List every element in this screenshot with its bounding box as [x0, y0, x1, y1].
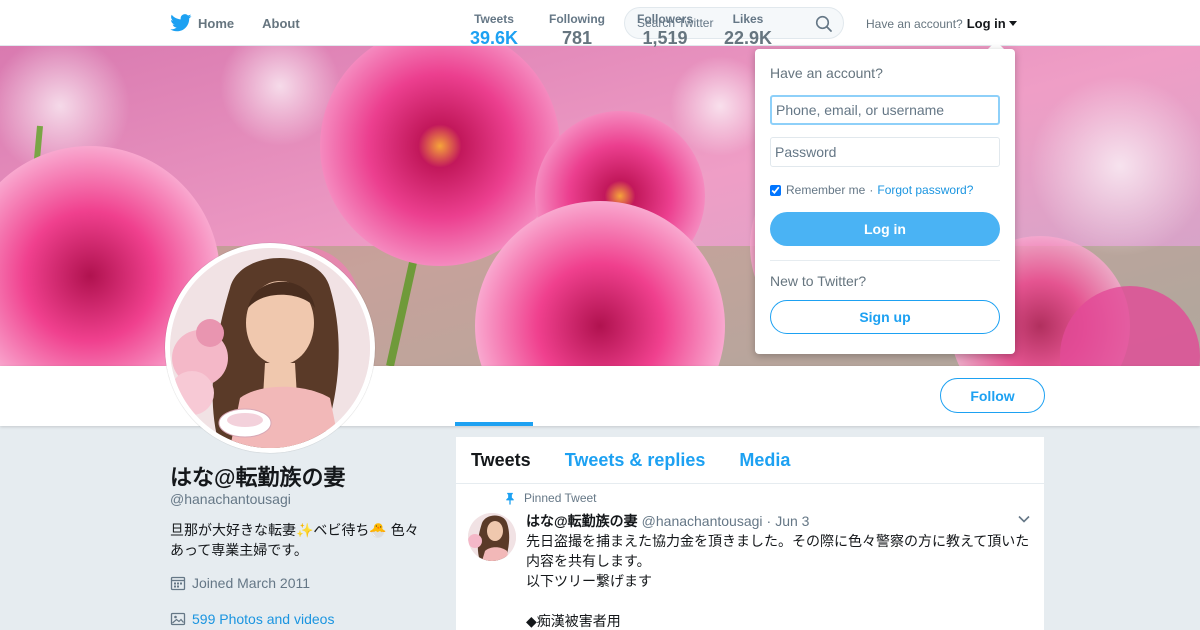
- chevron-down-icon[interactable]: [1018, 515, 1030, 523]
- remember-me-row: Remember me · Forgot password?: [770, 183, 973, 197]
- pinned-label: Pinned Tweet: [504, 491, 597, 505]
- login-dropdown-toggle[interactable]: Log in: [967, 16, 1006, 31]
- timeline-tabs: Tweets Tweets & replies Media: [456, 437, 1044, 484]
- tweet-avatar-image: [468, 513, 516, 561]
- tweet-text-line: [526, 591, 1032, 611]
- forgot-password-link[interactable]: Forgot password?: [877, 183, 973, 197]
- profile-bio-line: あって専業主婦です。: [170, 542, 308, 558]
- remember-separator: ·: [869, 183, 874, 197]
- tweet-avatar[interactable]: [468, 513, 516, 561]
- new-to-twitter-text: New to Twitter?: [770, 273, 867, 289]
- nav-home-link[interactable]: Home: [170, 14, 234, 32]
- timeline: Tweets Tweets & replies Media Pinned Twe…: [456, 437, 1044, 630]
- login-dropdown: Have an account? Remember me · Forgot pa…: [755, 49, 1015, 354]
- account-prompt: Have an account?: [866, 16, 963, 31]
- account-area: Have an account? Log in: [866, 16, 1017, 31]
- tweet-text-line: 以下ツリー繋げます: [526, 573, 652, 589]
- tab-media[interactable]: Media: [739, 450, 790, 471]
- login-button[interactable]: Log in: [770, 212, 1000, 246]
- search-icon[interactable]: [815, 15, 833, 33]
- profile-bio: 旦那が大好きな転妻✨ベビ待ち🐣 色々 あって専業主婦です。: [170, 520, 435, 560]
- stat-tweets-value: 39.6K: [469, 28, 519, 48]
- nav-home-label: Home: [198, 15, 235, 31]
- stat-likes-value: 22.9K: [723, 28, 773, 48]
- remember-me-checkbox[interactable]: [770, 184, 781, 196]
- profile-joined: Joined March 2011: [170, 575, 310, 591]
- tweet-date[interactable]: Jun 3: [775, 513, 809, 529]
- stat-following-value: 781: [561, 28, 593, 48]
- active-stat-underline: [455, 422, 533, 426]
- stat-followers-label: Followers: [636, 12, 693, 26]
- tweet-text-line: 先日盗撮を捕まえた協力金を頂きました。その際に色々警察の方に教えて頂いた: [526, 533, 1030, 549]
- stat-tweets[interactable]: Tweets 39.6K: [466, 12, 522, 49]
- stat-followers-value: 1,519: [642, 28, 688, 48]
- dropdown-title: Have an account?: [770, 65, 883, 81]
- tweet-text: 先日盗撮を捕まえた協力金を頂きました。その際に色々警察の方に教えて頂いた 内容を…: [526, 531, 1032, 630]
- tweet-author-handle[interactable]: @hanachantousagi: [642, 513, 763, 529]
- stat-followers[interactable]: Followers 1,519: [633, 12, 697, 49]
- stat-following-label: Following: [549, 12, 605, 26]
- tweet-text-line: ◆痴漢被害者用: [526, 613, 621, 629]
- twitter-bird-icon: [170, 14, 192, 32]
- pin-icon: [506, 492, 514, 505]
- profile-handle[interactable]: @hanachantousagi: [170, 491, 291, 507]
- nav-left: Home About: [170, 0, 328, 46]
- stat-following[interactable]: Following 781: [545, 12, 609, 49]
- profile-photos-text[interactable]: 599 Photos and videos: [192, 611, 334, 627]
- stat-likes[interactable]: Likes 22.9K: [722, 12, 774, 49]
- password-field[interactable]: [770, 137, 1000, 167]
- profile-avatar[interactable]: [165, 243, 375, 453]
- stat-likes-label: Likes: [732, 12, 764, 26]
- profile-bio-line: 旦那が大好きな転妻✨ベビ待ち🐣 色々: [170, 522, 419, 538]
- image-icon: [170, 612, 186, 626]
- profile-name: はな@転勤族の妻: [170, 465, 346, 490]
- tweet-text-line: 内容を共有します。: [526, 553, 651, 569]
- tab-tweets-replies[interactable]: Tweets & replies: [565, 450, 706, 471]
- tab-tweets[interactable]: Tweets: [471, 450, 531, 471]
- follow-button[interactable]: Follow: [940, 378, 1045, 413]
- pinned-label-text: Pinned Tweet: [524, 491, 597, 505]
- stat-tweets-label: Tweets: [474, 12, 514, 26]
- calendar-icon: [170, 576, 186, 591]
- tweet-author-name[interactable]: はな@転勤族の妻: [526, 511, 638, 531]
- profile-joined-text: Joined March 2011: [192, 575, 311, 591]
- profile-photos-link[interactable]: 599 Photos and videos: [170, 611, 334, 627]
- dropdown-arrow: [988, 41, 1004, 49]
- nav-about-link[interactable]: About: [262, 16, 300, 31]
- username-field[interactable]: [770, 95, 1000, 125]
- tweet-separator: ·: [766, 513, 772, 529]
- caret-down-icon[interactable]: [1008, 21, 1017, 26]
- tweet-header: はな@転勤族の妻 @hanachantousagi · Jun 3: [526, 511, 809, 531]
- avatar-portrait-image: [170, 248, 370, 448]
- dropdown-divider: [770, 260, 1000, 261]
- signup-button[interactable]: Sign up: [770, 300, 1000, 334]
- remember-me-label[interactable]: Remember me: [786, 183, 865, 197]
